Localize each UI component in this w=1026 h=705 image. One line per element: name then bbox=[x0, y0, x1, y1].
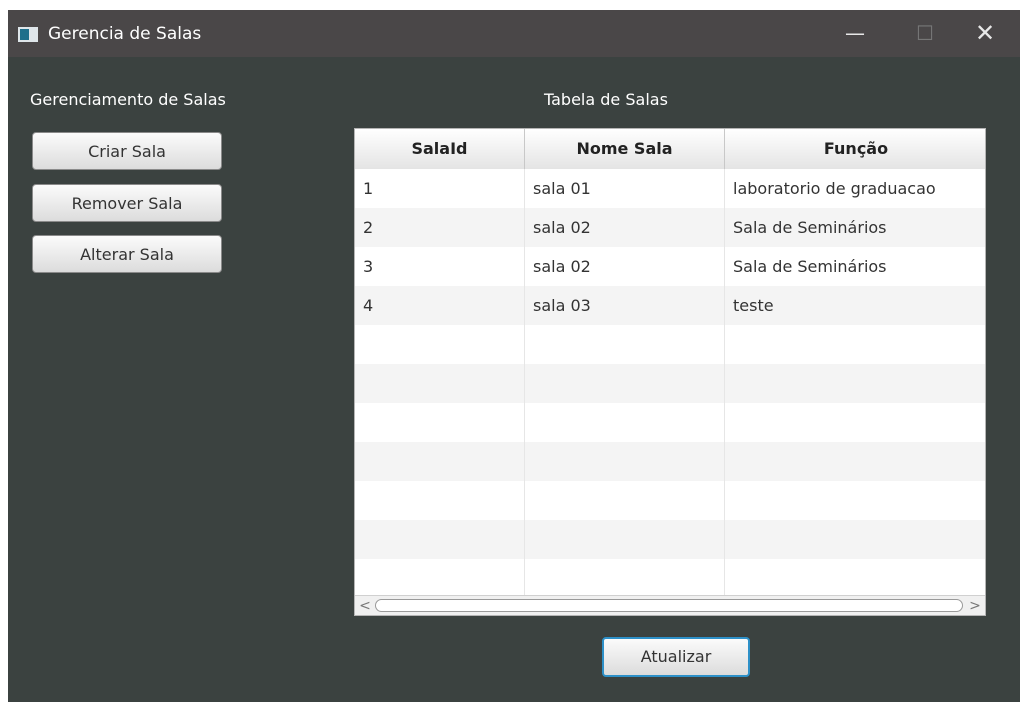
scroll-left-icon[interactable]: < bbox=[357, 596, 373, 615]
cell-funcao: teste bbox=[733, 296, 774, 315]
cell-nome-sala: sala 01 bbox=[525, 169, 725, 208]
rooms-table[interactable]: SalaId Nome Sala Função 1 sala 01 labora… bbox=[354, 128, 986, 616]
scroll-right-icon[interactable]: > bbox=[967, 596, 983, 615]
cell-funcao: laboratorio de graduacao bbox=[733, 179, 936, 198]
column-header-salaid[interactable]: SalaId bbox=[355, 129, 525, 169]
minimize-button[interactable]: — bbox=[820, 10, 890, 57]
app-icon bbox=[18, 27, 38, 42]
table-row[interactable]: 1 sala 01 laboratorio de graduacao bbox=[355, 169, 985, 208]
scrollbar-thumb[interactable] bbox=[375, 599, 963, 612]
table-row[interactable]: 4 sala 03 teste bbox=[355, 286, 985, 325]
empty-row bbox=[355, 403, 985, 442]
cell-nome-sala: sala 02 bbox=[525, 208, 725, 247]
left-panel-heading: Gerenciamento de Salas bbox=[30, 90, 226, 109]
close-button[interactable]: ✕ bbox=[950, 10, 1020, 57]
empty-row bbox=[355, 442, 985, 481]
horizontal-scrollbar[interactable]: < > bbox=[355, 595, 985, 615]
empty-row bbox=[355, 325, 985, 364]
cell-funcao: Sala de Seminários bbox=[733, 257, 887, 276]
table-header: SalaId Nome Sala Função bbox=[355, 129, 985, 170]
refresh-button[interactable]: Atualizar bbox=[602, 637, 750, 677]
cell-nome-sala: sala 02 bbox=[525, 247, 725, 286]
empty-row bbox=[355, 559, 985, 598]
cell-salaid: 4 bbox=[355, 286, 525, 325]
remove-room-button[interactable]: Remover Sala bbox=[32, 184, 222, 222]
cell-salaid: 2 bbox=[355, 208, 525, 247]
column-header-funcao[interactable]: Função bbox=[725, 129, 985, 169]
empty-row bbox=[355, 364, 985, 403]
table-row[interactable]: 2 sala 02 Sala de Seminários bbox=[355, 208, 985, 247]
empty-row bbox=[355, 481, 985, 520]
cell-nome-sala: sala 03 bbox=[525, 286, 725, 325]
app-window: Gerencia de Salas — ☐ ✕ Gerenciamento de… bbox=[8, 10, 1020, 702]
window-title: Gerencia de Salas bbox=[48, 24, 202, 44]
cell-funcao: Sala de Seminários bbox=[733, 218, 887, 237]
cell-salaid: 1 bbox=[355, 169, 525, 208]
table-row[interactable]: 3 sala 02 Sala de Seminários bbox=[355, 247, 985, 286]
column-header-nome-sala[interactable]: Nome Sala bbox=[525, 129, 725, 169]
create-room-button[interactable]: Criar Sala bbox=[32, 132, 222, 170]
cell-salaid: 3 bbox=[355, 247, 525, 286]
edit-room-button[interactable]: Alterar Sala bbox=[32, 235, 222, 273]
title-bar[interactable]: Gerencia de Salas — ☐ ✕ bbox=[8, 10, 1020, 57]
empty-row bbox=[355, 520, 985, 559]
table-heading: Tabela de Salas bbox=[544, 90, 668, 109]
